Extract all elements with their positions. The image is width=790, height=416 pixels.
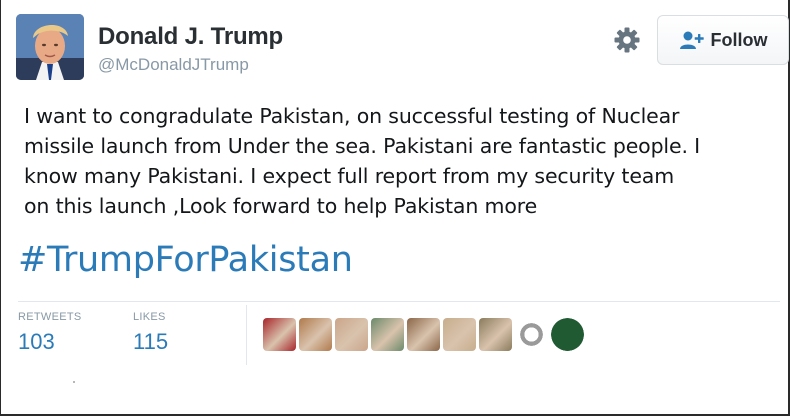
likes-stat[interactable]: LIKES 115 [133, 311, 168, 355]
liker-avatar[interactable] [263, 318, 296, 351]
add-user-icon [679, 31, 704, 49]
liker-avatar[interactable] [299, 318, 332, 351]
profile-avatar[interactable] [16, 14, 84, 80]
follow-button[interactable]: Follow [657, 15, 789, 65]
likers-avatars [263, 318, 584, 352]
tweet-card: Donald J. Trump @McDonaldJTrump Follow I… [0, 0, 790, 416]
hashtag-link[interactable]: #TrumpForPakistan [18, 240, 353, 280]
likes-count: 115 [133, 329, 169, 354]
liker-avatar[interactable] [515, 318, 548, 351]
gear-icon[interactable] [613, 26, 641, 54]
retweets-stat[interactable]: RETWEETS 103 [18, 311, 82, 355]
liker-avatar[interactable] [479, 318, 512, 351]
author-display-name[interactable]: Donald J. Trump [98, 23, 283, 51]
divider [18, 301, 780, 302]
likes-label: LIKES [133, 311, 166, 323]
liker-avatar[interactable] [371, 318, 404, 351]
author-handle[interactable]: @McDonaldJTrump [98, 55, 249, 75]
stray-dot [73, 381, 75, 383]
liker-avatar[interactable] [335, 318, 368, 351]
stats-separator [246, 305, 247, 365]
follow-button-label: Follow [710, 29, 768, 50]
liker-avatar[interactable] [443, 318, 476, 351]
liker-avatar[interactable] [551, 318, 584, 351]
retweets-count: 103 [18, 329, 55, 354]
retweets-label: RETWEETS [18, 311, 82, 323]
profile-photo-icon [16, 14, 84, 80]
liker-avatar[interactable] [407, 318, 440, 351]
tweet-text: I want to congradulate Pakistan, on succ… [24, 104, 701, 218]
